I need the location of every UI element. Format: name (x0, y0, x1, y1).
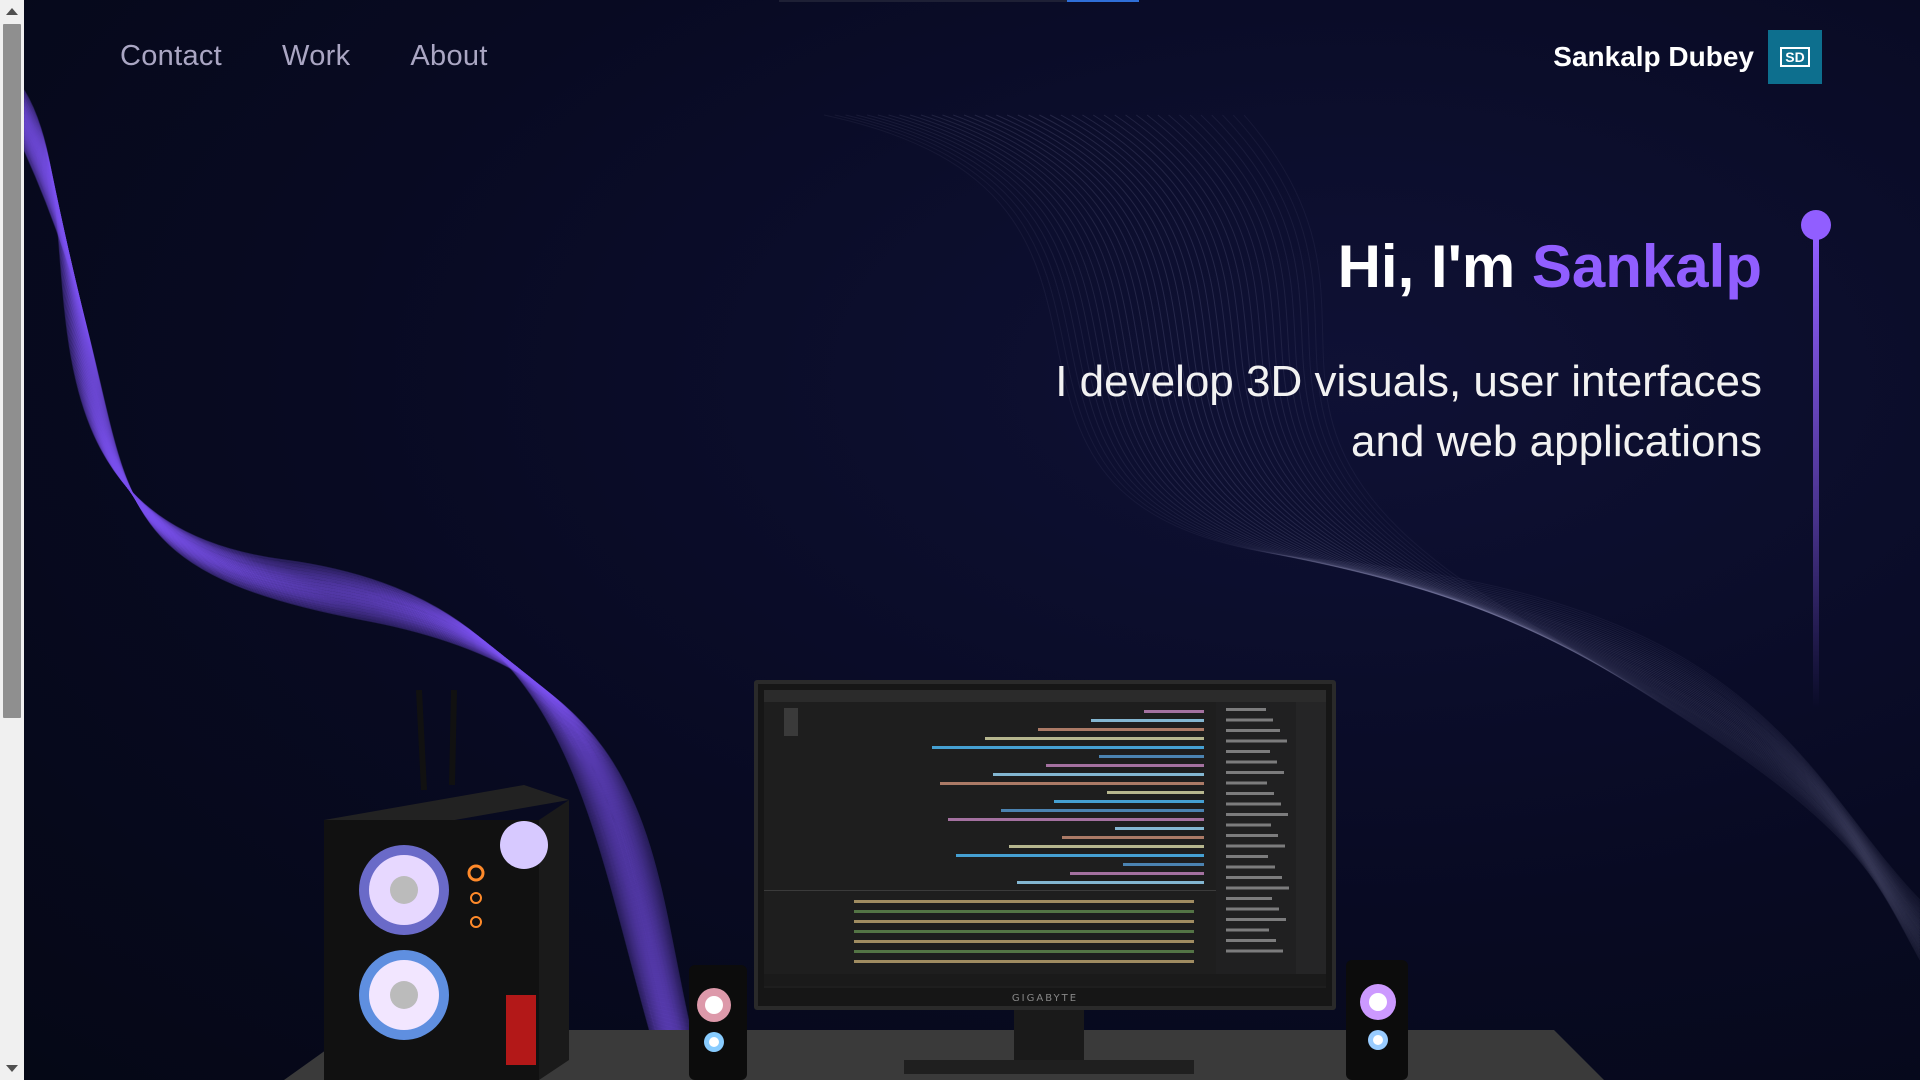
scroll-down-arrow-icon[interactable] (6, 1065, 18, 1072)
portfolio-page: Contact Work About Sankalp Dubey SD Hi, … (24, 0, 1920, 1080)
nav-link-work[interactable]: Work (282, 40, 350, 73)
code-editor-illustration (764, 690, 1326, 986)
nav-link-contact[interactable]: Contact (120, 40, 222, 73)
hero-timeline-line (1813, 238, 1819, 708)
brand-logo-text: SD (1780, 47, 1810, 67)
nav-links: Contact Work About (120, 40, 488, 73)
hero-greeting: Hi, I'm (1337, 233, 1532, 300)
hero-subtitle: I develop 3D visuals, user interfaces an… (1055, 357, 1762, 466)
monitor: GIGABYTE (754, 680, 1336, 1010)
monitor-screen-code-editor (764, 690, 1326, 988)
hero-timeline-dot (1801, 210, 1831, 240)
brand-home-link[interactable]: Sankalp Dubey SD (1553, 30, 1822, 84)
scrollbar-thumb[interactable] (3, 24, 21, 718)
hero-title: Hi, I'm Sankalp (1338, 232, 1762, 301)
brand-logo: SD (1768, 30, 1822, 84)
nav-link-about[interactable]: About (410, 40, 487, 73)
monitor-brand-label: GIGABYTE (1011, 993, 1079, 1004)
hero-name: Sankalp (1531, 233, 1762, 300)
browser-scrollbar[interactable] (0, 0, 25, 1080)
scroll-up-arrow-icon[interactable] (6, 8, 18, 15)
page-progress-fill (1067, 0, 1139, 2)
brand-name: Sankalp Dubey (1553, 41, 1754, 72)
page-progress-line (779, 0, 1139, 2)
